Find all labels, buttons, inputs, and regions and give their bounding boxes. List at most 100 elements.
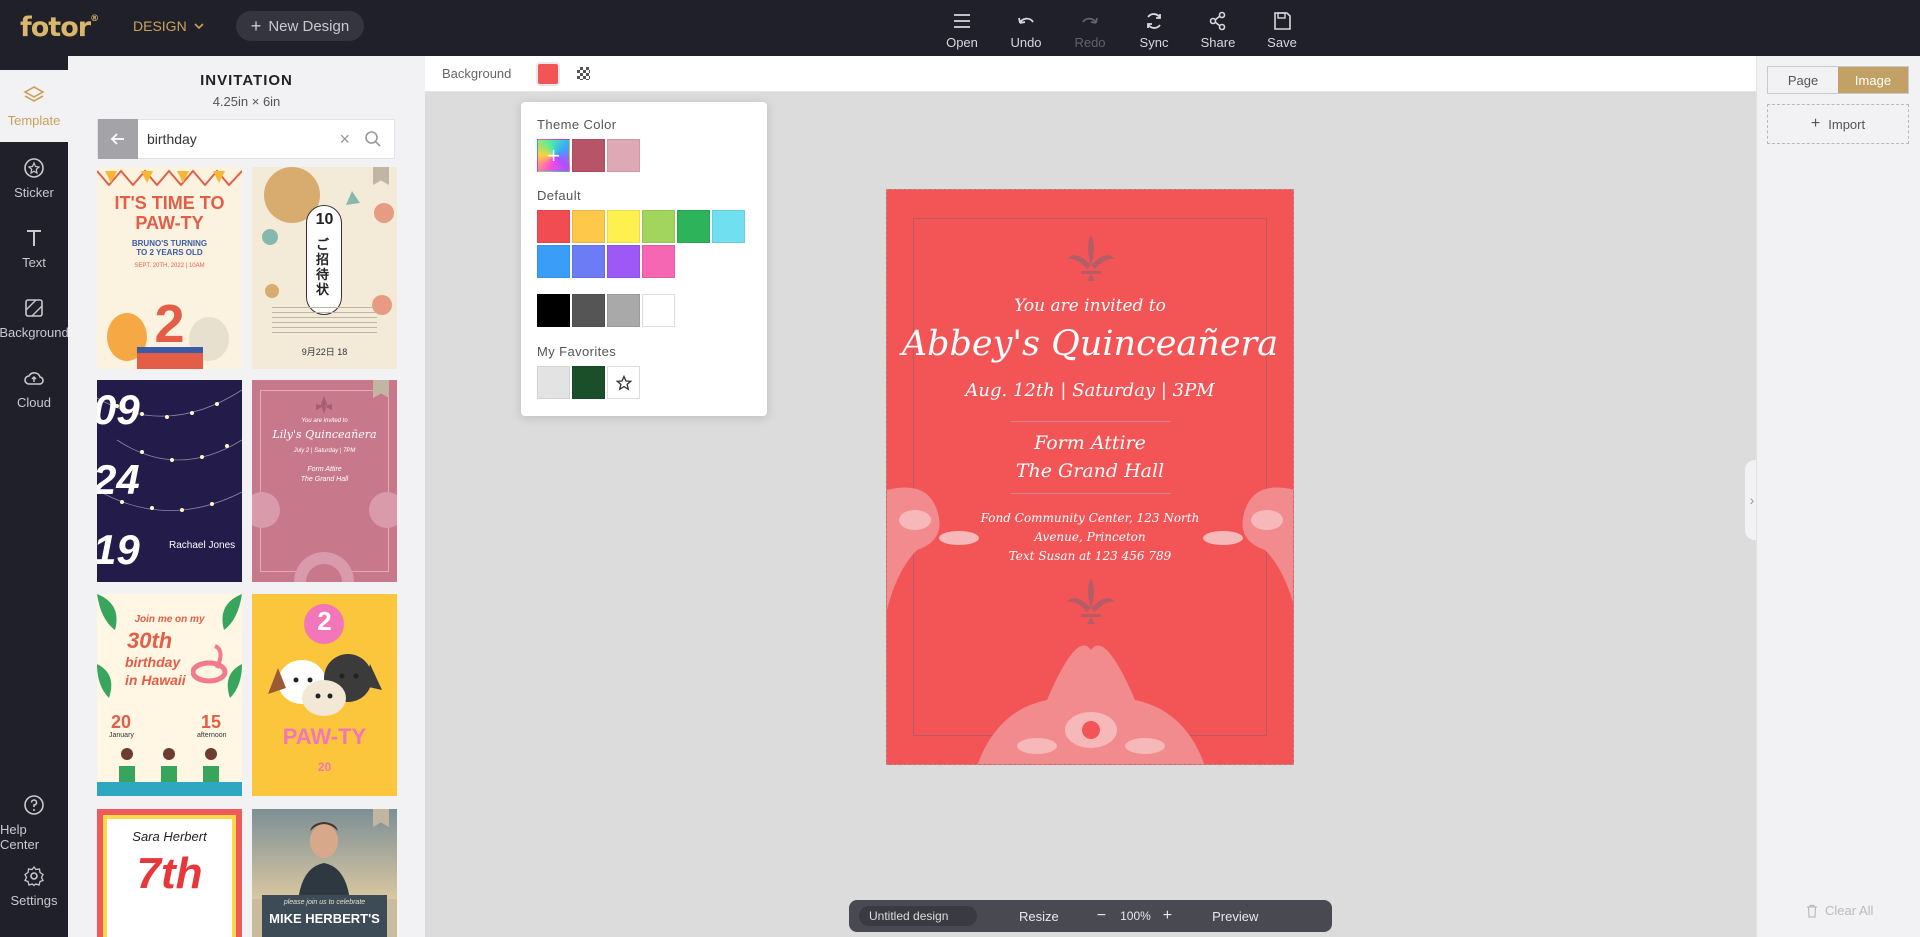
person-silhouette xyxy=(298,822,350,901)
preview-button[interactable]: Preview xyxy=(1212,909,1258,924)
plus-icon: + xyxy=(250,15,262,36)
bunting-decoration xyxy=(97,169,242,187)
template-thumb[interactable]: 09 24 19 Rachael Jones xyxy=(97,380,242,582)
gray-swatch[interactable] xyxy=(572,294,605,327)
template-thumb[interactable]: 10 ご招待状 9月22日 18 xyxy=(252,167,397,369)
mandala-ornament xyxy=(252,492,397,582)
template-thumb[interactable]: Sara Herbert 7th xyxy=(97,809,242,937)
template-thumb[interactable]: Join me on my 30th birthday in Hawaii 20… xyxy=(97,594,242,796)
thumb-invited: You are invited to xyxy=(301,418,348,424)
template-thumb[interactable]: IT'S TIME TO PAW-TY BRUNO'S TURNING TO 2… xyxy=(97,167,242,369)
rail-cloud[interactable]: Cloud xyxy=(0,366,68,410)
rail-text[interactable]: Text xyxy=(0,226,68,270)
thumb-left-number: 20 xyxy=(111,712,132,732)
thumb-name: Sara Herbert xyxy=(132,829,207,844)
save-button[interactable]: Save xyxy=(1250,10,1314,50)
thumb-line-3: birthday xyxy=(125,654,181,670)
rail-settings[interactable]: Settings xyxy=(0,864,68,908)
background-color-swatch[interactable] xyxy=(536,62,560,86)
chevron-right-icon: › xyxy=(1749,492,1755,508)
add-color-button[interactable]: + xyxy=(537,139,570,172)
bottom-bar: Untitled design Resize − 100% + Preview xyxy=(849,900,1332,932)
transparent-background-icon[interactable] xyxy=(577,67,590,80)
default-swatch[interactable] xyxy=(677,210,710,243)
invitation-canvas[interactable]: You are invited to Abbey's Quinceañera A… xyxy=(886,189,1294,765)
gray-swatch[interactable] xyxy=(537,294,570,327)
gray-swatch[interactable] xyxy=(642,294,675,327)
default-swatch[interactable] xyxy=(537,210,570,243)
zoom-out-button[interactable]: − xyxy=(1097,907,1106,925)
mandala-ornaments xyxy=(887,487,1293,764)
favorite-swatch[interactable] xyxy=(537,366,570,399)
arrow-left-icon xyxy=(110,133,124,145)
rail-background[interactable]: Background xyxy=(0,296,69,340)
template-thumb[interactable]: 2 PAW-TY 20 xyxy=(252,594,397,796)
theme-swatch[interactable] xyxy=(607,139,640,172)
chevron-down-icon xyxy=(194,23,204,30)
favorites-heading: My Favorites xyxy=(537,344,617,359)
thumb-date: 9月22日 18 xyxy=(301,347,348,357)
template-thumb[interactable]: You are invited to Lily's Quinceañera Ju… xyxy=(252,380,397,582)
template-thumb[interactable]: please join us to celebrate MIKE HERBERT… xyxy=(252,809,397,937)
template-panel: INVITATION 4.25in × 6in birthday × IT'S … xyxy=(68,56,425,937)
thumb-headline: IT'S TIME TO PAW-TY xyxy=(114,193,225,233)
thumb-left-word: January xyxy=(109,732,134,739)
background-icon xyxy=(25,299,43,317)
tab-page[interactable]: Page xyxy=(1768,67,1838,93)
clear-all-label: Clear All xyxy=(1825,903,1874,918)
design-menu[interactable]: DESIGN xyxy=(133,18,205,34)
redo-label: Redo xyxy=(1074,35,1106,50)
import-button[interactable]: + Import xyxy=(1767,104,1909,144)
thumb-headline: PAW-TY xyxy=(282,724,367,749)
default-swatch[interactable] xyxy=(607,210,640,243)
tab-image[interactable]: Image xyxy=(1838,67,1908,93)
rail-settings-label: Settings xyxy=(10,893,58,908)
redo-button[interactable]: Redo xyxy=(1058,10,1122,50)
clear-search-icon[interactable]: × xyxy=(339,129,350,150)
save-label: Save xyxy=(1267,35,1297,50)
undo-icon xyxy=(1018,17,1034,24)
design-title-input[interactable]: Untitled design xyxy=(859,906,977,926)
undo-button[interactable]: Undo xyxy=(994,10,1058,50)
help-icon xyxy=(24,795,44,815)
cat-illustration xyxy=(107,313,229,369)
gray-swatch[interactable] xyxy=(607,294,640,327)
share-label: Share xyxy=(1200,35,1236,50)
search-input[interactable]: birthday xyxy=(138,131,339,147)
thumb-line-4: in Hawaii xyxy=(125,672,186,688)
default-swatch[interactable] xyxy=(537,245,570,278)
default-swatch[interactable] xyxy=(642,210,675,243)
default-swatch[interactable] xyxy=(572,210,605,243)
rail-template[interactable]: Template xyxy=(0,70,68,142)
thumb-big-number: 7th xyxy=(136,849,203,898)
thumb-badge-number: 2 xyxy=(317,606,332,636)
back-button[interactable] xyxy=(98,119,138,159)
rail-help-center[interactable]: Help Center xyxy=(0,793,68,852)
fotor-logo[interactable]: fotor® xyxy=(20,12,99,43)
default-swatch[interactable] xyxy=(642,245,675,278)
theme-swatch[interactable] xyxy=(572,139,605,172)
default-swatch[interactable] xyxy=(572,245,605,278)
open-button[interactable]: Open xyxy=(930,10,994,50)
zoom-in-button[interactable]: + xyxy=(1163,907,1172,925)
search-icon[interactable] xyxy=(364,130,382,148)
thumb-right-word: afternoon xyxy=(197,732,227,739)
import-label: Import xyxy=(1828,116,1866,132)
sync-button[interactable]: Sync xyxy=(1122,10,1186,50)
resize-button[interactable]: Resize xyxy=(1019,909,1059,924)
thumb-line-1: 09 xyxy=(97,386,140,433)
clear-all-button[interactable]: Clear All xyxy=(1805,903,1873,918)
new-design-button[interactable]: + New Design xyxy=(236,11,364,41)
layers-icon xyxy=(23,86,45,102)
plus-icon: + xyxy=(1810,115,1821,132)
fleur-ornament xyxy=(316,396,332,414)
menu-icon xyxy=(954,14,970,28)
share-button[interactable]: Share xyxy=(1186,10,1250,50)
share-icon xyxy=(1209,11,1226,31)
default-swatch[interactable] xyxy=(607,245,640,278)
rail-sticker[interactable]: Sticker xyxy=(0,156,68,200)
default-swatch[interactable] xyxy=(712,210,745,243)
favorite-swatch[interactable] xyxy=(572,366,605,399)
add-favorite-button[interactable] xyxy=(607,366,640,399)
sticker-icon xyxy=(24,158,44,178)
